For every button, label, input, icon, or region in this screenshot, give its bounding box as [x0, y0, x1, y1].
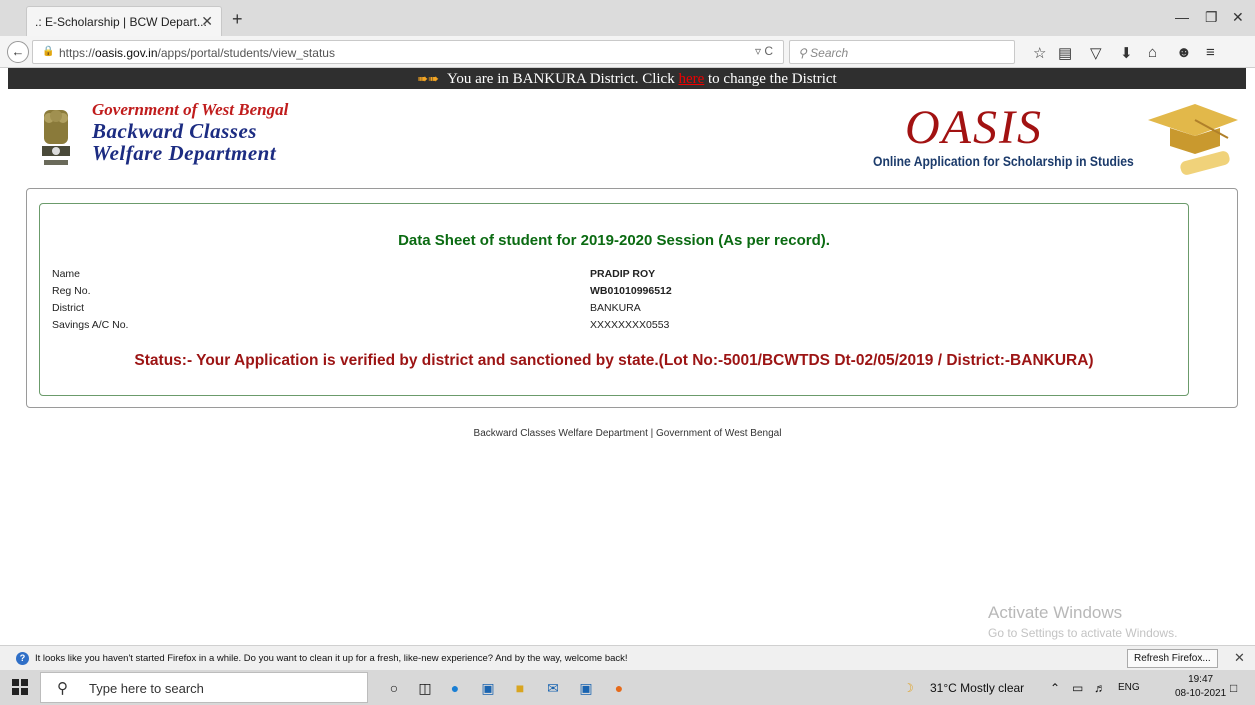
task-view-icon[interactable]: ◫: [415, 678, 435, 698]
volume-icon[interactable]: ♬: [1094, 681, 1106, 695]
dept-line-1: Government of West Bengal: [92, 100, 289, 119]
district-label: District: [52, 302, 85, 314]
state-emblem-icon: [42, 110, 70, 165]
back-button[interactable]: ←: [7, 41, 29, 63]
activate-windows-title: Activate Windows: [988, 603, 1123, 622]
activate-windows-subtitle: Go to Settings to activate Windows.: [988, 626, 1178, 640]
cortana-icon[interactable]: ○: [384, 678, 404, 698]
reg-no-label: Reg No.: [52, 285, 91, 297]
weather-text[interactable]: 31°C Mostly clear: [930, 681, 1024, 695]
page-footer: Backward Classes Welfare Department | Go…: [473, 428, 782, 439]
savings-ac-value: XXXXXXXX0553: [590, 319, 670, 331]
close-notification-icon[interactable]: ✕: [1234, 650, 1245, 666]
network-icon[interactable]: ▭: [1072, 681, 1083, 695]
district-value: BANKURA: [590, 302, 641, 314]
taskbar-clock[interactable]: 19:47 08-10-2021: [1175, 673, 1226, 701]
browser-tab-bar: .: E-Scholarship | BCW Depart... ✕ + — ❐…: [0, 0, 1255, 36]
windows-taskbar: ⚲ Type here to search ○ ◫ ● ▣ ■ ✉ ▣ ● ☽ …: [0, 670, 1255, 705]
url-bar[interactable]: 🔒 https://oasis.gov.in/apps/portal/stude…: [32, 40, 784, 64]
url-path: /apps/portal/students/view_status: [157, 46, 335, 60]
bookmark-star-icon[interactable]: ☆: [1033, 44, 1046, 62]
taskbar-search-input[interactable]: ⚲ Type here to search: [40, 672, 368, 703]
department-title: Government of West Bengal Backward Class…: [92, 100, 288, 164]
reading-list-icon[interactable]: ▤: [1058, 44, 1072, 62]
name-value: PRADIP ROY: [590, 268, 656, 280]
district-bar: ➠➠ You are in BANKURA District. Click her…: [8, 68, 1246, 89]
menu-icon[interactable]: ≡: [1206, 44, 1215, 61]
district-text: You are in BANKURA District. Click: [447, 71, 679, 87]
lock-icon: 🔒: [42, 46, 55, 57]
district-text-suffix: to change the District: [704, 71, 837, 87]
navigation-bar: ← 🔒 https://oasis.gov.in/apps/portal/stu…: [0, 36, 1255, 68]
reg-no-value: WB01010996512: [590, 285, 672, 297]
url-prefix: https://: [59, 46, 96, 60]
language-indicator[interactable]: ENG: [1118, 682, 1140, 693]
chat-icon[interactable]: ☻: [1176, 44, 1192, 61]
change-district-link[interactable]: here: [678, 71, 704, 87]
application-status: Status:- Your Application is verified by…: [134, 352, 1094, 369]
graduation-cap-icon: [1148, 104, 1238, 175]
pocket-icon[interactable]: ▽: [1090, 44, 1102, 62]
restore-icon[interactable]: ❐: [1205, 9, 1218, 26]
edge-icon[interactable]: ●: [445, 678, 465, 698]
savings-ac-label: Savings A/C No.: [52, 319, 129, 331]
weather-icon: ☽: [903, 681, 914, 695]
oasis-logo: OASIS: [905, 101, 1043, 154]
datasheet-title: Data Sheet of student for 2019-2020 Sess…: [398, 232, 830, 249]
search-placeholder: Search: [810, 46, 849, 60]
windows-start-icon[interactable]: [12, 679, 28, 695]
dept-line-3: Welfare Department: [92, 141, 277, 165]
word-icon[interactable]: ▣: [576, 678, 596, 698]
browser-tab[interactable]: .: E-Scholarship | BCW Depart... ✕: [26, 6, 222, 36]
name-label: Name: [52, 268, 81, 280]
taskbar-search-placeholder: Type here to search: [89, 681, 204, 696]
store-icon[interactable]: ▣: [478, 678, 498, 698]
search-icon: ⚲: [57, 680, 68, 697]
file-explorer-icon[interactable]: ■: [510, 678, 530, 698]
dept-line-2: Backward Classes: [92, 119, 257, 143]
clock-time: 19:47: [1188, 674, 1214, 685]
tray-chevron-icon[interactable]: ⌃: [1050, 681, 1060, 695]
close-window-icon[interactable]: ✕: [1232, 9, 1244, 26]
notification-center-icon[interactable]: □: [1230, 681, 1237, 695]
search-input[interactable]: ⚲ Search: [789, 40, 1015, 64]
oasis-subtitle: Online Application for Scholarship in St…: [873, 154, 1134, 169]
clock-date: 08-10-2021: [1175, 688, 1227, 699]
search-icon: ⚲: [798, 46, 807, 60]
firefox-notification-bar: ? It looks like you haven't started Fire…: [0, 645, 1255, 670]
notification-message: It looks like you haven't started Firefo…: [35, 653, 628, 664]
new-tab-button[interactable]: +: [232, 9, 243, 30]
close-tab-icon[interactable]: ✕: [201, 13, 213, 30]
url-domain: oasis.gov.in: [95, 46, 158, 60]
arrow-icon: ➠➠: [417, 71, 440, 86]
minimize-icon[interactable]: —: [1175, 9, 1189, 25]
home-icon[interactable]: ⌂: [1148, 44, 1157, 61]
refresh-firefox-button[interactable]: Refresh Firefox...: [1127, 649, 1218, 668]
reload-icon[interactable]: ▿ C: [755, 44, 773, 58]
info-icon: ?: [16, 652, 29, 665]
tab-title: .: E-Scholarship | BCW Depart...: [35, 15, 207, 29]
downloads-icon[interactable]: ⬇: [1120, 44, 1133, 62]
firefox-icon[interactable]: ●: [609, 678, 629, 698]
mail-icon[interactable]: ✉: [543, 678, 563, 698]
